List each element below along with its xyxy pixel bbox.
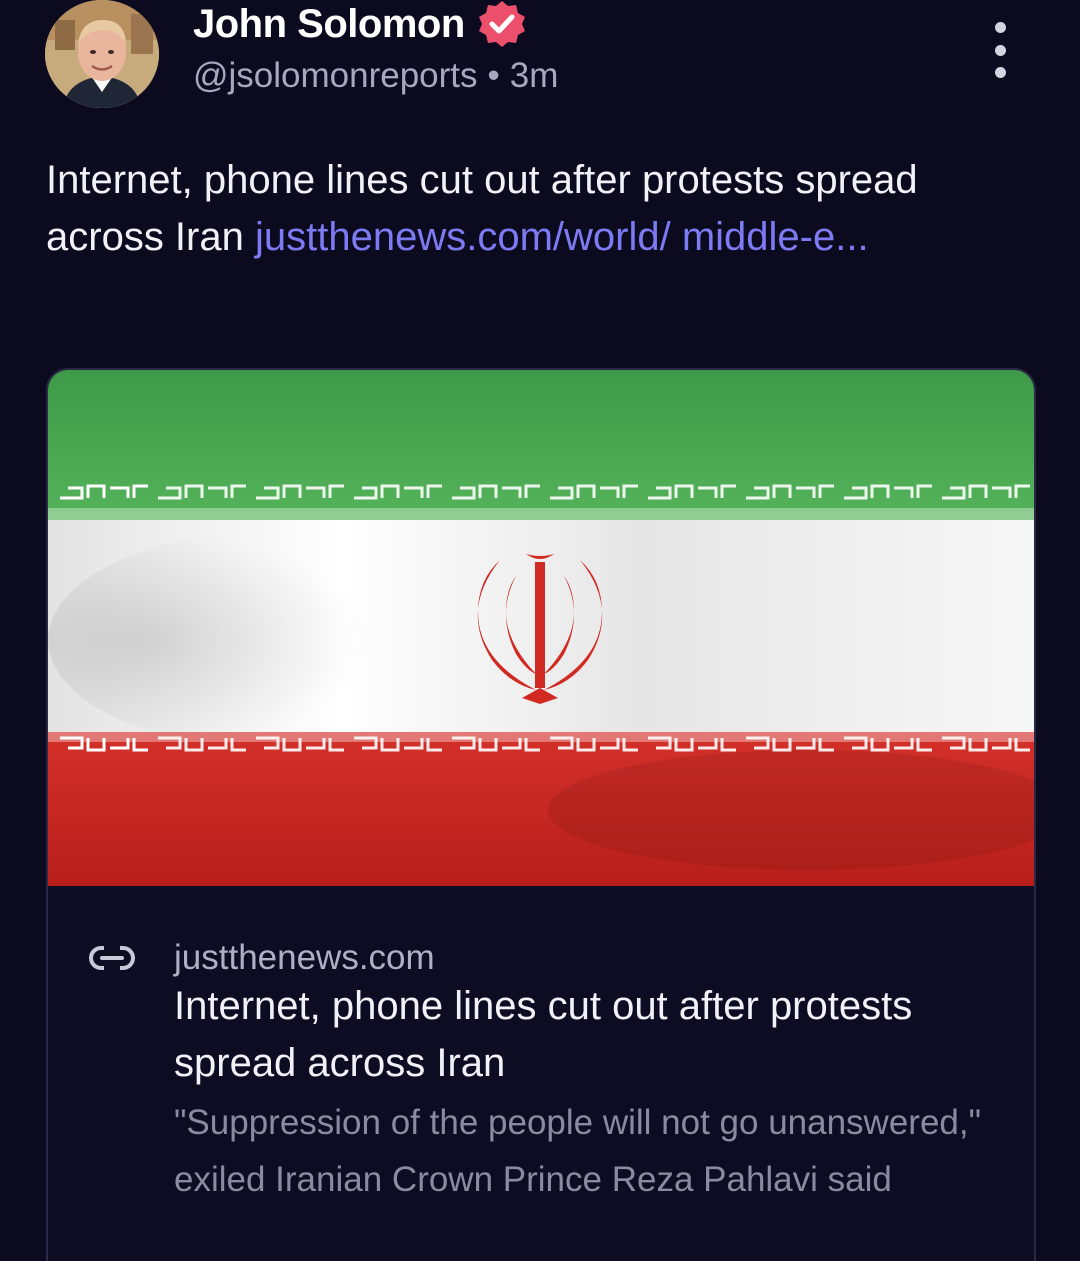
link-card-description: "Suppression of the people will not go u…	[174, 1103, 982, 1199]
avatar[interactable]	[45, 0, 159, 108]
author-display-name[interactable]: John Solomon	[193, 2, 465, 47]
iran-flag-image	[48, 370, 1034, 886]
post-body: Internet, phone lines cut out after prot…	[46, 152, 1006, 266]
post-link[interactable]: justthenews.com/world/ middle-e...	[255, 215, 869, 259]
post-timestamp: 3m	[509, 56, 559, 95]
link-icon	[89, 944, 135, 972]
profile-photo	[45, 0, 159, 108]
more-vertical-icon-dot	[994, 67, 1006, 78]
link-preview-card[interactable]: justthenews.com Internet, phone lines cu…	[46, 368, 1036, 1261]
author-meta-row: @jsolomonreports • 3m	[193, 56, 558, 96]
link-card-title[interactable]: Internet, phone lines cut out after prot…	[174, 978, 994, 1092]
link-card-domain: justthenews.com	[174, 938, 435, 977]
meta-separator: •	[487, 56, 500, 95]
link-card-info: justthenews.com Internet, phone lines cu…	[48, 886, 1034, 1261]
post: John Solomon @jsolomonreports • 3m Inter…	[0, 0, 1080, 1261]
verified-badge-icon	[478, 1, 525, 47]
author-name-row: John Solomon	[193, 0, 527, 48]
more-vertical-icon-dot	[994, 22, 1006, 33]
author-handle[interactable]: @jsolomonreports	[193, 56, 478, 96]
more-options-button[interactable]	[982, 22, 1018, 78]
more-vertical-icon-dot	[994, 44, 1006, 56]
